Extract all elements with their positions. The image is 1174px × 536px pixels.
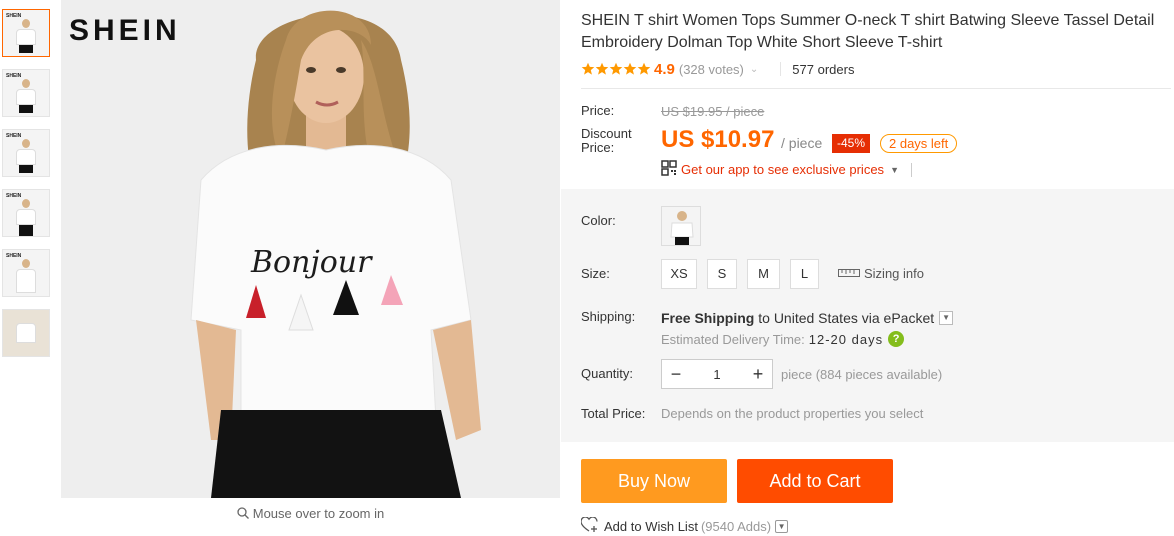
thumbnail-figure [16,199,36,236]
thumbnail-3[interactable]: SHEIN [2,129,50,177]
magnifier-icon [237,507,249,522]
current-price: US $10.97 [661,126,775,153]
rating-value: 4.9 [654,60,675,78]
quantity-increase-button[interactable]: + [744,360,772,388]
thumbnail-figure [16,79,36,113]
size-option-s[interactable]: S [707,259,737,289]
wishlist-text: Add to Wish List [604,519,698,534]
shipping-destination: United States via ePacket [773,310,935,326]
estimated-delivery: Estimated Delivery Time: 12-20 days ? [661,331,905,347]
shirt-embroidery-text: Bonjour [250,245,373,280]
divider [780,62,782,76]
heart-plus-icon [580,516,604,536]
thumbnail-list: SHEIN SHEIN SHEIN SHEIN SHEIN [2,9,52,369]
total-price-label: Total Price: [581,406,646,421]
buy-now-button[interactable]: Buy Now [581,459,727,503]
thumbnail-figure [16,322,36,356]
add-to-cart-button[interactable]: Add to Cart [737,459,893,503]
shipping-method: Free Shipping to United States via ePack… [661,310,954,326]
divider [581,88,1171,89]
votes-count[interactable]: (328 votes) [679,62,744,77]
zoom-hint: Mouse over to zoom in [61,506,560,522]
main-product-image[interactable]: Bonjour SHEIN [61,0,560,498]
orders-count: 577 orders [792,61,855,77]
qr-code-icon [661,160,677,179]
original-price: US $19.95 / piece [661,104,765,119]
help-icon[interactable]: ? [888,331,905,347]
thumbnail-1[interactable]: SHEIN [2,9,50,57]
add-to-wishlist-link[interactable]: Add to Wish List (9540 Adds) ▼ [580,516,789,536]
price-label: Price: [581,103,615,118]
eta-label: Estimated Delivery Time: [661,331,805,347]
shipping-label: Shipping: [581,309,636,324]
model-illustration: Bonjour [190,10,481,498]
thumbnail-2[interactable]: SHEIN [2,69,50,117]
rating-stars [581,62,651,76]
shipping-dropdown-icon[interactable]: ▼ [939,311,954,325]
ruler-icon [838,266,864,281]
thumbnail-figure [16,139,36,173]
size-label: Size: [581,266,610,281]
size-option-xs[interactable]: XS [661,259,697,289]
quantity-label: Quantity: [581,366,634,381]
chevron-down-icon[interactable]: ⌄ [750,64,758,75]
thumbnail-6[interactable] [2,309,50,357]
thumbnail-figure [16,259,36,293]
thumbnail-figure [16,19,36,53]
star-icon [623,62,637,75]
zoom-hint-text: Mouse over to zoom in [252,506,385,521]
star-icon [595,62,609,75]
chevron-down-icon[interactable]: ▼ [775,520,789,533]
eta-days: 12-20 days [808,331,884,347]
thumbnail-4[interactable]: SHEIN [2,189,50,237]
total-price-text: Depends on the product properties you se… [661,406,924,421]
color-label: Color: [581,213,616,228]
divider [910,162,912,177]
sizing-info-link[interactable]: Sizing info [838,266,924,281]
app-promo-link[interactable]: Get our app to see exclusive prices ▼ [661,160,912,179]
star-icon [581,62,595,75]
app-promo-text: Get our app to see exclusive prices [681,162,885,177]
sizing-info-text: Sizing info [864,266,924,281]
time-left-badge: 2 days left [880,134,958,153]
wishlist-count: (9540 Adds) [700,519,772,534]
brand-logo: SHEIN [69,14,181,47]
swatch-thumbnail [662,207,700,245]
star-icon [609,62,623,75]
color-swatch-white[interactable] [661,206,701,246]
pieces-available: piece (884 pieces available) [781,367,943,382]
discount-badge: -45% [832,134,871,153]
price-unit: / piece [781,135,823,151]
discount-price-label: Discount Price: [581,126,632,155]
thumbnail-5[interactable]: SHEIN [2,249,50,297]
size-option-l[interactable]: L [790,259,819,289]
size-option-m[interactable]: M [747,259,780,289]
product-title: SHEIN T shirt Women Tops Summer O-neck T… [581,12,1155,51]
shipping-to: to [758,310,770,326]
caret-down-icon: ▼ [890,164,899,175]
rating-row: 4.9 (328 votes) ⌄ 577 orders [581,60,854,78]
quantity-decrease-button[interactable]: − [662,360,690,388]
quantity-input[interactable]: 1 [690,367,744,382]
quantity-stepper: − 1 + [661,359,773,389]
free-shipping-text: Free Shipping [661,310,755,326]
star-icon [637,62,651,75]
